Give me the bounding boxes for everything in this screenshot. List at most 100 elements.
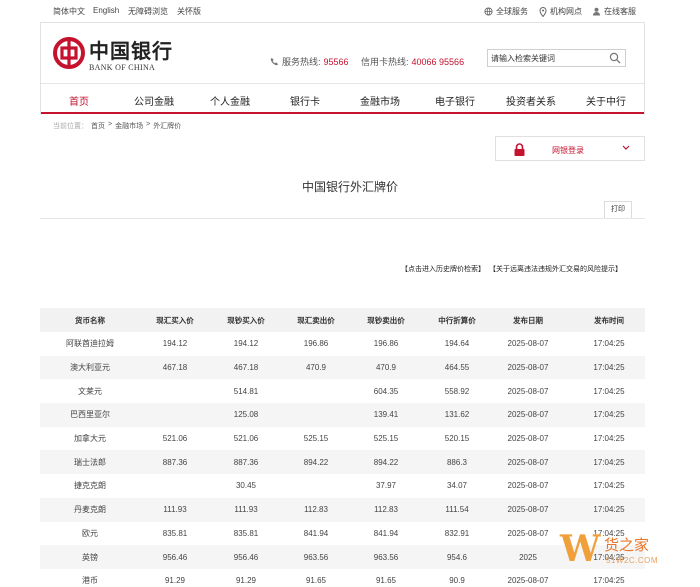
cell-spot-buy: 194.12 [162,339,188,349]
cell-boc-rate: 464.55 [444,363,470,373]
cell-cash-sell: 139.41 [373,410,399,420]
breadcrumb-markets[interactable]: 金融市场 [115,121,143,131]
cell-cash-buy: 835.81 [233,528,259,538]
cell-spot-buy [145,474,205,498]
bank-of-china-emblem-icon [53,37,85,69]
branches-link[interactable]: 机构网点 [539,6,582,17]
phone-icon [270,57,279,66]
cell-currency: 英镑 [82,552,98,562]
cell-pub-time: 17:04:25 [593,457,625,467]
cell-currency: 文莱元 [78,386,102,396]
breadcrumb-current: 外汇牌价 [153,123,182,130]
cell-cash-buy: 467.18 [233,363,259,373]
cell-spot-buy: 521.06 [162,434,188,444]
nav-item-about[interactable]: 关于中行 [586,93,626,108]
main-nav: 首页 公司金融 个人金融 银行卡 金融市场 电子银行 投资者关系 关于中行 [41,83,644,114]
header-pub-time: 发布时间 [594,315,624,325]
cell-spot-buy: 467.18 [162,363,188,373]
global-service-link[interactable]: 全球服务 [484,6,528,17]
cell-spot-sell: 470.9 [305,363,327,373]
nav-item-home[interactable]: 首页 [69,93,89,108]
search-box [487,49,626,67]
nav-item-corporate[interactable]: 公司金融 [134,93,174,108]
cell-cash-sell: 91.65 [375,576,397,586]
watermark-cn: 货之家 [604,536,650,554]
cell-boc-rate: 954.6 [446,552,468,562]
nav-item-personal[interactable]: 个人金融 [210,93,250,108]
cell-boc-rate: 90.9 [449,576,465,586]
cell-pub-date: 2025-08-07 [507,410,549,420]
service-hotline: 服务热线: 95566 [270,55,349,68]
cell-cash-sell: 196.86 [373,339,399,349]
breadcrumb-separator: > [108,121,113,128]
online-support-link[interactable]: 在线客服 [592,6,636,17]
cell-currency: 捷克克朗 [74,481,106,491]
search-input[interactable] [488,50,600,66]
service-hotline-number: 95566 [323,56,349,67]
cell-pub-date: 2025 [519,552,537,562]
search-icon[interactable] [609,52,621,64]
cell-currency: 巴西里亚尔 [70,410,110,420]
notice-links: 【点击进入历史牌价检索】 【关于远离违法违规外汇交易的风险提示】 [401,264,622,274]
cell-cash-sell: 894.22 [373,457,399,467]
print-button[interactable]: 打印 [604,201,632,218]
header-spot-sell: 现汇卖出价 [297,315,335,325]
cell-pub-time: 17:04:25 [593,363,625,373]
nav-item-cards[interactable]: 银行卡 [290,93,320,108]
cell-pub-date: 2025-08-07 [507,457,549,467]
cell-currency: 澳大利亚元 [70,363,110,373]
cell-cash-buy: 194.12 [233,339,259,349]
table-row: 阿联酋迪拉姆 194.12 194.12 196.86 196.86 194.64 2025… [40,332,645,356]
cell-pub-time: 17:04:25 [593,386,625,396]
lang-simplified-link[interactable]: 简体中文 [53,6,85,17]
cell-pub-date: 2025-08-07 [507,481,549,491]
card-hotline-label: 信用卡热线: [361,57,409,67]
lock-icon [514,143,525,156]
cell-spot-sell: 196.86 [303,339,329,349]
watermark: W 货之家 51W2C.COM [560,518,690,582]
cell-pub-date: 2025-08-07 [507,339,549,349]
table-row: 巴西里亚尔 125.08 139.41 131.62 2025-08-07 17:04:2… [40,403,645,427]
history-search-link[interactable]: 【点击进入历史牌价检索】 [401,264,485,274]
accessibility-link[interactable]: 无障碍浏览 [128,6,168,17]
header-spot-buy: 现汇买入价 [156,315,194,325]
bank-logo[interactable]: 中国银行 BANK OF CHINA [53,33,173,75]
cell-boc-rate: 34.07 [446,481,468,491]
nav-item-markets[interactable]: 金融市场 [360,93,400,108]
cell-cash-buy: 956.46 [233,552,259,562]
care-mode-link[interactable]: 关怀版 [177,6,201,17]
cell-boc-rate: 131.62 [444,410,470,420]
cell-pub-time: 17:04:25 [593,481,625,491]
cell-pub-time: 17:04:25 [593,434,625,444]
breadcrumb-prefix: 当前位置： [53,123,88,130]
cell-boc-rate: 111.54 [445,505,469,515]
cell-spot-sell: 894.22 [303,457,329,467]
breadcrumb-home[interactable]: 首页 [91,121,105,131]
lang-english-link[interactable]: English [93,6,119,15]
page-title: 中国银行外汇牌价 [301,180,398,194]
risk-notice-link[interactable]: 【关于远离违法违规外汇交易的风险提示】 [489,264,622,274]
cell-cash-sell: 37.97 [375,481,397,491]
nav-item-ebanking[interactable]: 电子银行 [435,93,475,108]
card-hotline: 信用卡热线: 40066 95566 [361,55,464,68]
cell-pub-date: 2025-08-07 [507,363,549,373]
cell-spot-buy: 887.36 [162,457,188,467]
table-row: 加拿大元 521.06 521.06 525.15 525.15 520.15 2025-0… [40,427,645,451]
cell-spot-buy [145,403,205,427]
cell-pub-date: 2025-08-07 [507,576,549,586]
card-hotline-number: 40066 95566 [411,56,465,67]
site-header: 中国银行 BANK OF CHINA 服务热线: 95566 信用卡热线: 40… [40,22,645,115]
logo-english-text: BANK OF CHINA [89,63,156,72]
watermark-url: 51W2C.COM [606,556,659,565]
cell-spot-buy: 111.93 [163,505,187,515]
cell-cash-sell: 963.56 [373,552,399,562]
cell-spot-sell: 112.83 [304,505,328,515]
cell-currency: 加拿大元 [74,434,106,444]
header-pub-date: 发布日期 [513,315,543,325]
nav-item-investor[interactable]: 投资者关系 [506,93,556,108]
ebanking-login-dropdown[interactable]: 网银登录 [495,136,645,161]
breadcrumb: 当前位置： 首页 > 金融市场 > 外汇牌价 [53,121,181,131]
table-row: 英镑 956.46 956.46 963.56 963.56 954.6 2025 17:04… [40,545,645,569]
user-icon [592,7,601,16]
cell-cash-buy: 887.36 [233,457,259,467]
